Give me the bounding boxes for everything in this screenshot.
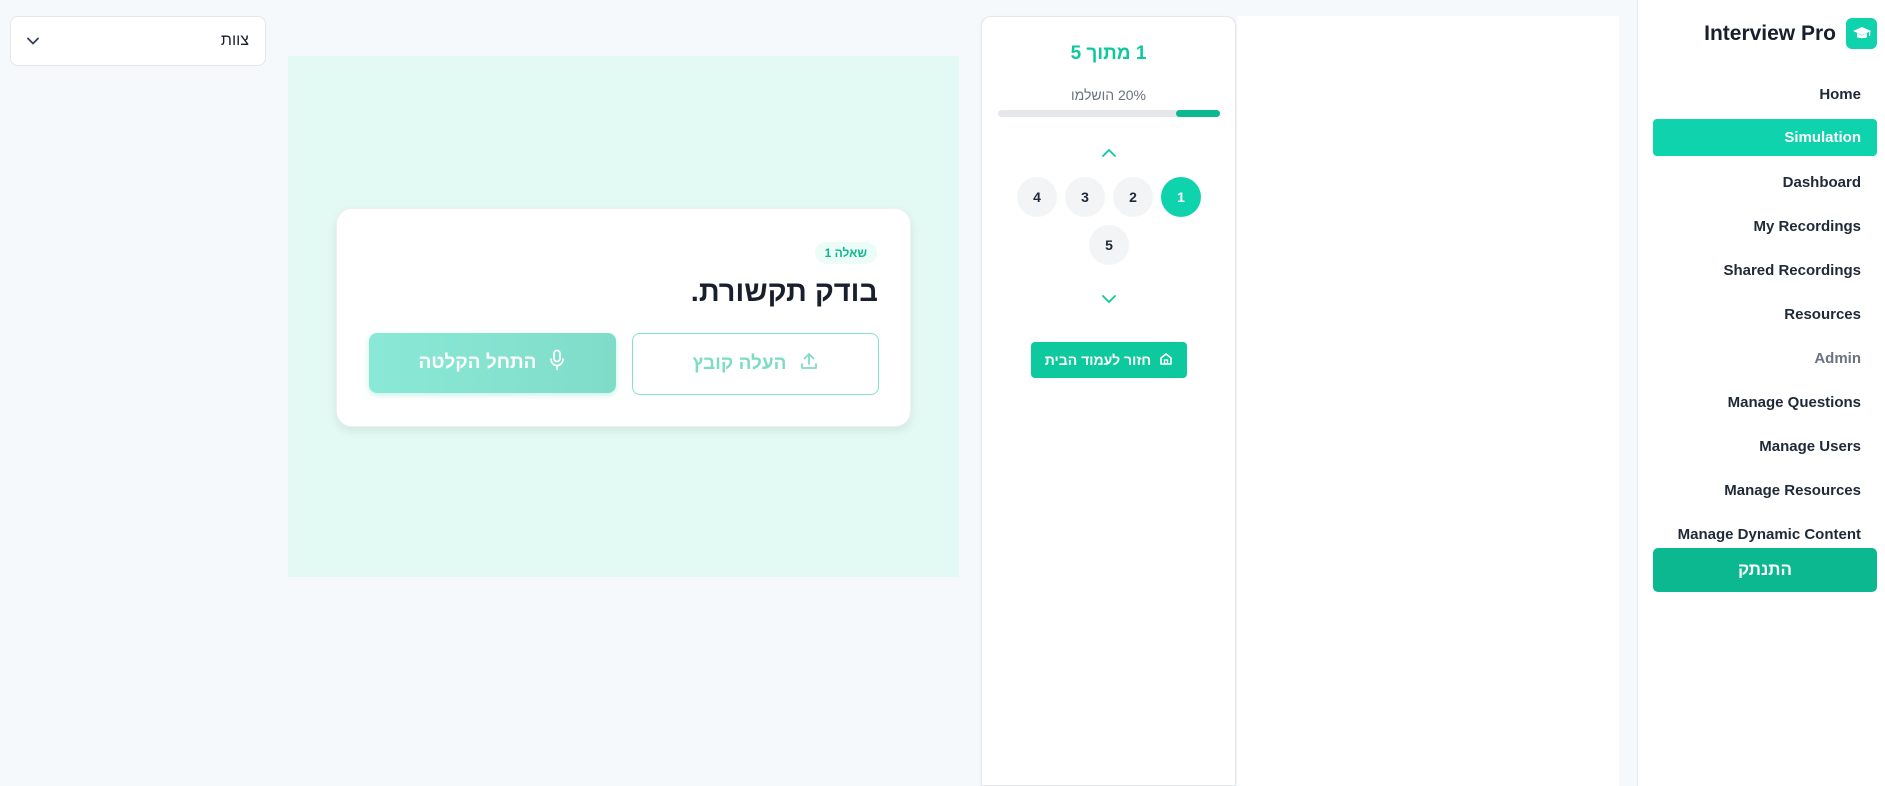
question-text: בודק תקשורת.	[690, 276, 878, 308]
sidebar-item-dashboard[interactable]: Dashboard	[1637, 160, 1885, 204]
graduation-cap-icon	[1846, 18, 1877, 49]
progress-title: 1 מתוך 5	[1070, 43, 1147, 64]
upload-file-button[interactable]: העלה קובץ	[632, 333, 879, 395]
progress-bar	[998, 110, 1220, 117]
start-recording-button[interactable]: התחל הקלטה	[369, 333, 616, 393]
question-button[interactable]: 5	[1089, 225, 1129, 265]
back-to-home-button[interactable]: חזור לעמוד הבית	[1031, 342, 1187, 378]
microphone-icon	[548, 349, 566, 377]
team-select[interactable]: צוות	[10, 16, 266, 66]
team-select-value: צוות	[220, 32, 249, 49]
question-button[interactable]: 2	[1113, 177, 1153, 217]
sidebar-item-home[interactable]: Home	[1637, 72, 1885, 116]
sidebar-item-simulation[interactable]: Simulation	[1653, 119, 1877, 156]
content-panel	[1237, 16, 1619, 786]
question-button[interactable]: 4	[1017, 177, 1057, 217]
brand[interactable]: Interview Pro	[1704, 18, 1877, 49]
chevron-down-icon	[27, 32, 39, 50]
upload-file-label: העלה קובץ	[692, 353, 787, 374]
sidebar-item-manage-questions[interactable]: Manage Questions	[1637, 380, 1885, 424]
progress-bar-fill	[1175, 110, 1220, 117]
sidebar-section-admin: Admin	[1814, 349, 1861, 367]
progress-panel: 1 מתוך 5 20% הושלמו 1 2 3 4 5 חזור לעמוד…	[981, 16, 1236, 786]
start-recording-label: התחל הקלטה	[418, 352, 537, 373]
brand-title: Interview Pro	[1704, 21, 1836, 45]
sidebar-item-resources[interactable]: Resources	[1637, 292, 1885, 336]
sidebar-item-my-recordings[interactable]: My Recordings	[1637, 204, 1885, 248]
sidebar-item-manage-resources[interactable]: Manage Resources	[1637, 468, 1885, 512]
question-badge: שאלה 1	[814, 242, 877, 264]
upload-icon	[799, 351, 819, 377]
progress-percent-label: 20% הושלמו	[1070, 87, 1147, 103]
sidebar-item-manage-users[interactable]: Manage Users	[1637, 424, 1885, 468]
back-to-home-label: חזור לעמוד הבית	[1044, 352, 1152, 368]
question-button[interactable]: 3	[1065, 177, 1105, 217]
sidebar-nav: Home Simulation Dashboard My Recordings …	[1637, 72, 1885, 556]
home-icon	[1159, 352, 1173, 369]
sidebar: Interview Pro Home Simulation Dashboard …	[1637, 0, 1885, 786]
chevron-up-icon[interactable]	[1099, 142, 1119, 162]
chevron-down-icon[interactable]	[1099, 289, 1119, 309]
sidebar-item-shared-recordings[interactable]: Shared Recordings	[1637, 248, 1885, 292]
logout-button[interactable]: התנתק	[1653, 548, 1877, 592]
question-card: שאלה 1 בודק תקשורת. העלה קובץ התחל הקלטה	[336, 208, 911, 427]
question-button[interactable]: 1	[1161, 177, 1201, 217]
